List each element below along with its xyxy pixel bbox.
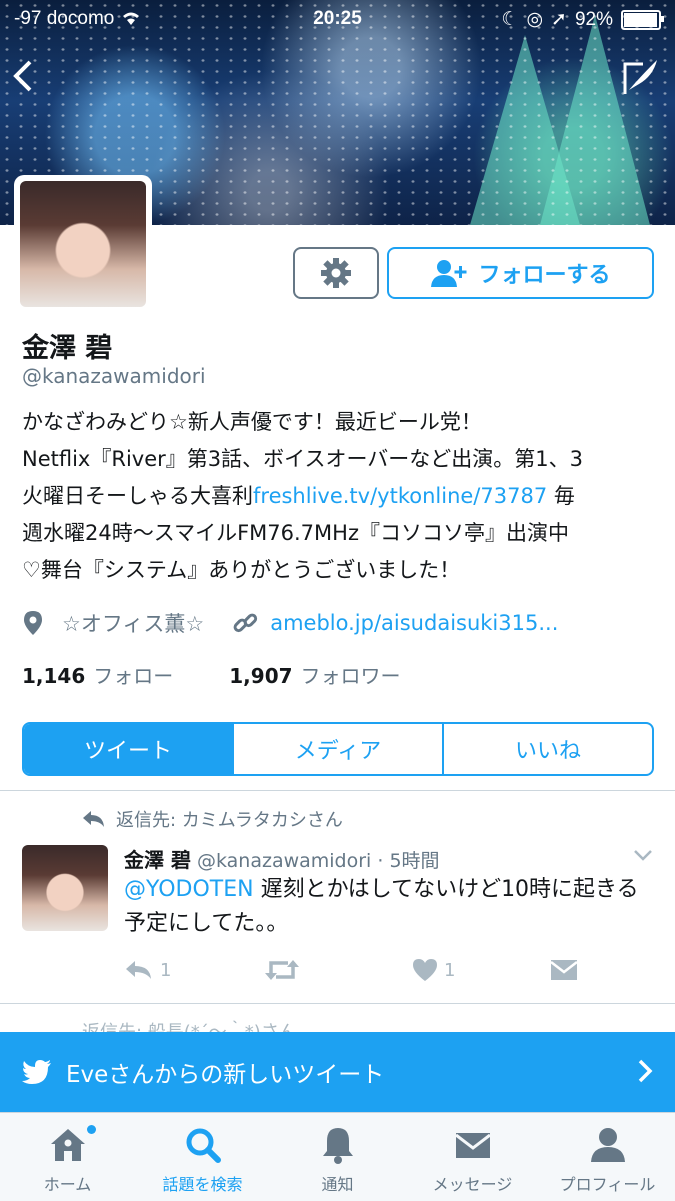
retweet-action[interactable] — [264, 958, 300, 982]
profile-handle: @kanazawamidori — [22, 364, 206, 388]
followers-stat[interactable]: 1,907 フォロワー — [229, 660, 400, 689]
profile-bio: かなざわみどり☆新人声優です！最近ビール党！ Netflix『River』第3話… — [22, 404, 662, 589]
tweet-author-meta: @kanazawamidori · 5時間 — [196, 850, 440, 872]
lock-rotation-icon: ◎ — [526, 9, 544, 30]
bio-line: Netflix『River』第3話、ボイスオーバーなど出演。第1、3 — [22, 447, 584, 471]
tweet-actions: 1 1 — [124, 955, 584, 985]
battery-icon — [621, 9, 664, 30]
search-icon — [186, 1128, 221, 1163]
status-right: ☾ ◎ ➚ 92% — [501, 8, 664, 31]
retweet-icon — [265, 960, 299, 980]
tweet-avatar[interactable] — [22, 845, 108, 931]
chevron-down-icon[interactable] — [633, 848, 653, 862]
tabbar-profile[interactable]: プロフィール — [540, 1113, 675, 1201]
profile-name: 金澤 碧 — [22, 333, 113, 364]
moon-icon: ☾ — [501, 9, 519, 30]
following-stat[interactable]: 1,146 フォロー — [22, 660, 173, 689]
reply-count: 1 — [160, 959, 172, 981]
follow-button[interactable]: フォローする — [387, 247, 654, 299]
tabbar-search[interactable]: 話題を検索 — [135, 1113, 270, 1201]
home-icon — [50, 1129, 85, 1161]
new-content-dot — [87, 1125, 96, 1134]
new-tweet-banner[interactable]: Eveさんからの新しいツイート — [0, 1032, 675, 1112]
tabbar-label: ホーム — [43, 1175, 92, 1194]
add-user-icon — [431, 260, 467, 287]
profile-avatar[interactable] — [14, 175, 152, 313]
website-link[interactable]: ameblo.jp/aisudaisuki315... — [270, 611, 558, 635]
tweet-author-name[interactable]: 金澤 碧 — [124, 848, 191, 872]
bottom-tab-bar: ホーム 話題を検索 通知 メッセージ プロフィール — [0, 1112, 675, 1201]
tweet-text: @YODOTEN 遅刻とかはしてないけど10時に起きる予定にしてた。。 — [124, 873, 654, 941]
envelope-icon — [550, 960, 578, 980]
tab-media[interactable]: メディア — [232, 724, 442, 774]
chevron-left-icon — [13, 60, 32, 92]
battery-percent: 92% — [574, 8, 613, 30]
location-text: ☆オフィス薫☆ — [62, 612, 205, 636]
tweet-header: 金澤 碧 @kanazawamidori · 5時間 — [124, 844, 440, 873]
dm-action[interactable] — [550, 959, 578, 981]
tabbar-messages[interactable]: メッセージ — [405, 1113, 540, 1201]
envelope-icon — [454, 1133, 491, 1158]
reply-context-text: 返信先: カミムラタカシさん — [116, 810, 343, 831]
reply-context[interactable]: 返信先: カミムラタカシさん — [82, 806, 343, 832]
like-action[interactable]: 1 — [412, 958, 455, 982]
person-icon — [590, 1128, 625, 1162]
reply-icon — [126, 961, 151, 979]
bio-line: 火曜日そーしゃる大喜利freshlive.tv/ytkonline/73787 … — [22, 478, 662, 515]
like-count: 1 — [444, 959, 456, 981]
tabbar-label: プロフィール — [559, 1175, 656, 1194]
tweet-mention[interactable]: @YODOTEN — [124, 877, 254, 902]
heart-icon — [413, 959, 437, 981]
bio-line: ♡舞台『システム』ありがとうございました！ — [22, 558, 461, 582]
new-tweet-text: Eveさんからの新しいツイート — [66, 1062, 385, 1088]
location-pin-icon — [24, 611, 42, 635]
profile-tabs: ツイート メディア いいね — [22, 722, 654, 776]
following-label: フォロー — [93, 664, 174, 688]
profile-meta: ☆オフィス薫☆ ameblo.jp/aisudaisuki315... — [22, 608, 662, 638]
bio-link[interactable]: freshlive.tv/ytkonline/73787 — [253, 484, 547, 508]
avatar-image — [20, 181, 146, 307]
chevron-right-icon — [637, 1058, 653, 1091]
status-bar: -97 docomo 20:25 ☾ ◎ ➚ 92% — [0, 0, 675, 38]
tab-likes[interactable]: いいね — [442, 724, 652, 774]
bio-text: 毎 — [547, 484, 575, 508]
compose-button[interactable] — [619, 54, 663, 98]
battery-fill — [624, 12, 658, 27]
link-icon — [233, 613, 258, 633]
reply-arrow-icon — [83, 811, 104, 827]
settings-button[interactable] — [293, 247, 379, 299]
tabbar-label: 話題を検索 — [162, 1175, 243, 1194]
follow-counts: 1,146 フォロー 1,907 フォロワー — [22, 660, 401, 689]
tabbar-label: メッセージ — [432, 1175, 513, 1194]
divider — [0, 790, 675, 791]
twitter-bird-icon — [22, 1060, 51, 1084]
followers-count: 1,907 — [229, 664, 293, 688]
divider — [0, 1003, 675, 1004]
tab-tweets[interactable]: ツイート — [24, 724, 232, 774]
tabbar-notifications[interactable]: 通知 — [270, 1113, 405, 1201]
bio-text: 火曜日そーしゃる大喜利 — [22, 484, 253, 508]
tabbar-home[interactable]: ホーム — [0, 1113, 135, 1201]
follow-label: フォローする — [478, 263, 611, 288]
tabbar-label: 通知 — [321, 1175, 354, 1194]
compose-icon — [623, 60, 657, 94]
reply-action[interactable]: 1 — [124, 959, 171, 981]
bell-icon — [322, 1128, 353, 1164]
back-button[interactable] — [10, 58, 40, 94]
bio-line: かなざわみどり☆新人声優です！最近ビール党！ — [22, 410, 482, 434]
location-arrow-icon: ➚ — [551, 9, 567, 30]
following-count: 1,146 — [22, 664, 86, 688]
followers-label: フォロワー — [300, 664, 401, 688]
bio-line: 週水曜24時〜スマイルFM76.7MHz『コソコソ亭』出演中 — [22, 521, 569, 545]
gear-icon — [321, 258, 351, 288]
